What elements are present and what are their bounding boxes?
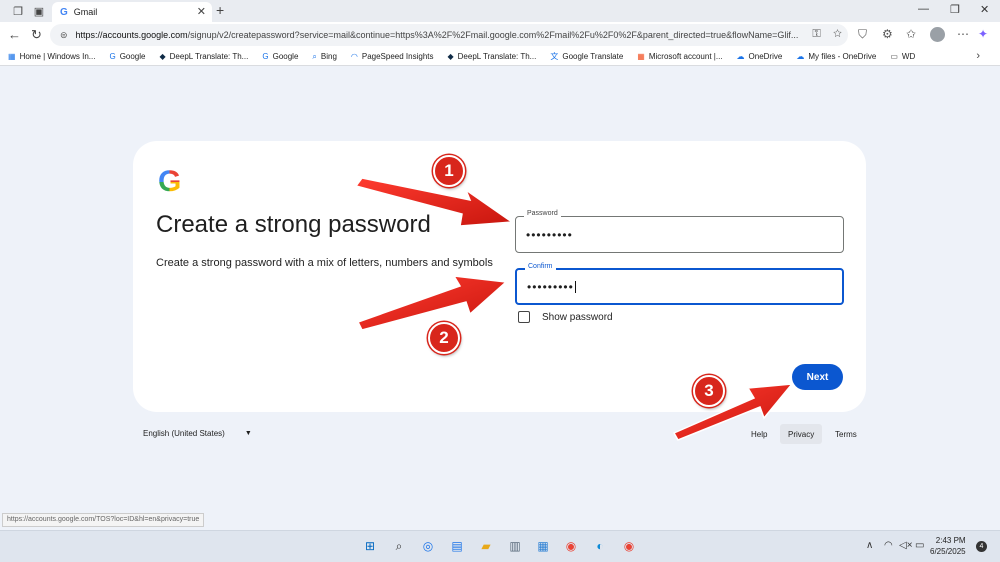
bookmark-item[interactable]: G Google [262, 52, 298, 61]
next-button[interactable]: Next [792, 364, 843, 390]
annotation-badge-1: 1 [433, 155, 465, 187]
url-path: /signup/v2/createpassword?service=mail&c… [187, 30, 799, 40]
password-field[interactable]: Password ••••••••• [515, 210, 844, 253]
annotation-badge-3: 3 [693, 375, 725, 407]
tab-actions-icon[interactable]: ▣ [31, 3, 47, 19]
new-tab-icon[interactable]: + [216, 2, 224, 18]
battery-icon[interactable]: ▭ [915, 540, 924, 551]
confirm-value: ••••••••• [527, 279, 574, 294]
bookmark-item[interactable]: ◆ DeepL Translate: Th... [159, 52, 248, 61]
bookmark-item[interactable]: ⌕ Bing [312, 52, 337, 62]
toolbar: ← ↻ ⊜ https://accounts.google.com/signup… [0, 22, 1000, 48]
profile-avatar[interactable] [930, 27, 945, 42]
edge-icon[interactable]: ◐ [592, 538, 608, 554]
favorite-star-icon[interactable]: ☆ [833, 28, 842, 40]
tab-title: Gmail [73, 7, 98, 17]
bookmark-item[interactable]: ▦ Home | Windows In... [8, 52, 95, 61]
translate-icon: 文 [550, 52, 559, 61]
pagespeed-icon: ◠ [350, 52, 358, 61]
privacy-link[interactable]: Privacy [780, 424, 823, 444]
address-bar[interactable]: ⊜ https://accounts.google.com/signup/v2/… [50, 24, 848, 46]
system-clock[interactable]: 2:43 PM 6/25/2025 [930, 535, 966, 557]
bookmark-item[interactable]: ▭ WD [890, 52, 915, 61]
status-bar-url: https://accounts.google.com/TOS?loc=ID&h… [2, 513, 205, 527]
deepl-icon: ◆ [159, 52, 166, 61]
wifi-icon[interactable]: ◠ [884, 540, 893, 551]
volume-icon[interactable]: ◁× [899, 540, 913, 551]
page-subtitle: Create a strong password with a mix of l… [156, 257, 493, 269]
google-icon: G [109, 52, 116, 61]
show-password-label: Show password [542, 311, 613, 323]
more-menu-icon[interactable]: ⋯ [957, 27, 969, 41]
notification-badge[interactable]: 4 [976, 541, 987, 552]
confirm-field[interactable]: Confirm ••••••••• [515, 263, 844, 305]
chevron-up-icon[interactable]: ∧ [866, 540, 873, 551]
onedrive-icon: ☁ [736, 52, 745, 61]
close-tab-icon[interactable]: ✕ [197, 5, 206, 18]
calendar-icon[interactable]: ▦ [535, 538, 551, 554]
notepad-icon[interactable]: ▥ [507, 538, 523, 554]
file-explorer-icon[interactable]: ▰ [478, 538, 494, 554]
dropdown-arrow-icon: ▼ [244, 430, 252, 437]
bookmark-item[interactable]: ☁ OneDrive [737, 52, 783, 61]
tab-strip: ❐ ▣ G Gmail ✕ + — ❐ ✕ [0, 0, 1000, 22]
copilot-taskbar-icon[interactable]: ◎ [420, 538, 436, 554]
url-actions: ⚿ ☆ [812, 28, 842, 41]
bookmark-item[interactable]: ◠ PageSpeed Insights [351, 52, 434, 61]
workspaces-icon[interactable]: ❐ [10, 3, 26, 19]
text-caret [574, 280, 576, 293]
deepl-icon: ◆ [447, 52, 454, 61]
chevron-right-icon[interactable]: › [976, 50, 980, 62]
url-domain: https://accounts.google.com [75, 30, 188, 40]
bookmark-item[interactable]: ▦ Microsoft account |... [637, 52, 722, 61]
back-icon[interactable]: ← [8, 27, 21, 42]
extensions-icon[interactable]: ⚙ [882, 27, 893, 41]
clock-time: 2:43 PM [935, 536, 966, 545]
language-selector[interactable]: English (United States) ▼ [143, 429, 252, 438]
language-label: English (United States) [143, 429, 225, 438]
bookmark-item[interactable]: ☁ My files - OneDrive [796, 52, 876, 61]
site-info-icon[interactable]: ⊜ [60, 30, 68, 41]
bookmark-item[interactable]: 文 Google Translate [550, 51, 623, 62]
windows-icon: ▦ [8, 52, 16, 61]
chrome-profile-icon[interactable]: ◉ [621, 538, 637, 554]
confirm-label: Confirm [525, 263, 556, 270]
search-icon: ⌕ [312, 51, 317, 61]
refresh-icon[interactable]: ↻ [31, 27, 42, 43]
annotation-badge-2: 2 [428, 322, 460, 354]
password-label: Password [524, 210, 561, 217]
maximize-icon[interactable]: ❐ [950, 3, 960, 16]
page-title: Create a strong password [156, 211, 431, 238]
show-password-checkbox[interactable] [518, 311, 530, 323]
google-favicon-icon: G [60, 6, 68, 18]
help-link[interactable]: Help [743, 424, 775, 444]
microsoft-icon: ▦ [637, 52, 645, 61]
google-logo-icon: G [158, 165, 182, 198]
google-icon: G [262, 52, 269, 61]
bookmark-item[interactable]: G Google [109, 52, 145, 61]
terms-link[interactable]: Terms [827, 424, 865, 444]
minimize-icon[interactable]: — [918, 3, 929, 15]
tab-gmail[interactable]: G Gmail ✕ [52, 2, 212, 22]
taskbar [0, 530, 1000, 562]
chrome-icon[interactable]: ◉ [563, 538, 579, 554]
folder-icon: ▭ [890, 52, 898, 61]
start-icon[interactable]: ⊞ [362, 538, 378, 554]
widgets-icon[interactable]: ▤ [449, 538, 465, 554]
clock-date: 6/25/2025 [930, 547, 966, 556]
window-close-icon[interactable]: ✕ [980, 3, 989, 16]
bookmarks-bar: ▦ Home | Windows In... G Google ◆ DeepL Tra… [0, 48, 1000, 66]
onedrive-icon: ☁ [796, 52, 805, 61]
copilot-icon[interactable]: ✦ [978, 27, 988, 41]
search-icon[interactable]: ⌕ [391, 538, 407, 554]
password-value: ••••••••• [526, 227, 573, 242]
favorites-icon[interactable]: ✩ [906, 27, 916, 41]
bookmark-item[interactable]: ◆ DeepL Translate: Th... [447, 52, 536, 61]
show-password-toggle[interactable]: Show password [518, 311, 613, 323]
shield-icon[interactable]: ⛉ [858, 27, 867, 42]
key-icon[interactable]: ⚿ [812, 28, 820, 40]
